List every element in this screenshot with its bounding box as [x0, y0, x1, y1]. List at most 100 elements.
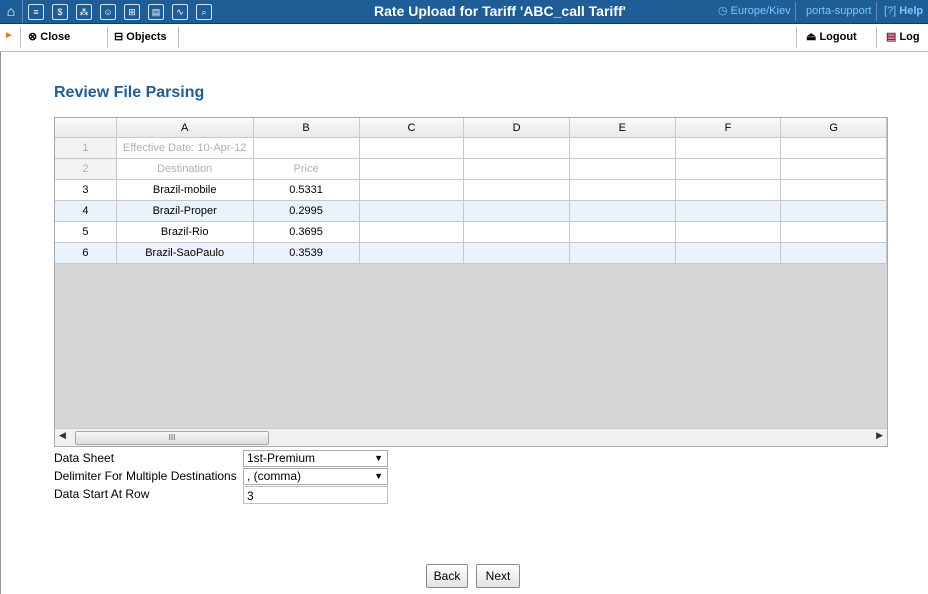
row-number: 2 [55, 158, 117, 180]
table-cell [463, 200, 570, 222]
column-header[interactable]: D [463, 118, 570, 138]
table-cell [569, 137, 676, 159]
row-number: 1 [55, 137, 117, 159]
column-header[interactable]: G [780, 118, 887, 138]
table-cell [569, 242, 676, 264]
table-cell [463, 158, 570, 180]
table-cell [569, 221, 676, 243]
chart-icon[interactable]: ∿ [172, 4, 188, 20]
parsing-preview-grid: A B C D E F G 1 Effective Date: 10-Apr-1… [54, 117, 888, 447]
table-cell [675, 221, 782, 243]
top-bar: ⌂ ≡ $ ⁂ ☺ ⊞ ▤ ∿ ⌕ Rate Upload for Tariff… [0, 0, 928, 24]
divider [796, 27, 797, 48]
start-row-label: Data Start At Row [54, 487, 150, 501]
table-cell [780, 179, 887, 201]
table-cell [780, 200, 887, 222]
network-icon[interactable]: ⁂ [76, 4, 92, 20]
table-row[interactable]: 2 Destination Price [55, 158, 887, 180]
table-cell [359, 221, 465, 243]
table-cell [359, 137, 465, 159]
data-sheet-select[interactable]: 1st-Premium ▼ [243, 450, 388, 467]
objects-button[interactable]: ⊟ Objects [114, 28, 167, 46]
table-cell [569, 200, 676, 222]
close-label: Close [40, 31, 71, 43]
table-cell [569, 158, 676, 180]
table-cell [780, 242, 887, 264]
row-number: 4 [55, 200, 117, 222]
table-cell [569, 179, 676, 201]
table-row[interactable]: 4 Brazil-Proper 0.2995 [55, 200, 887, 222]
table-row[interactable]: 6 Brazil-SaoPaulo 0.3539 [55, 242, 887, 264]
table-cell [463, 242, 570, 264]
help-label: Help [899, 5, 924, 17]
table-cell [675, 158, 782, 180]
log-label: Log [899, 31, 920, 43]
page-title: Rate Upload for Tariff 'ABC_call Tariff' [374, 3, 626, 19]
help-icon: [?] [884, 5, 900, 17]
row-number: 3 [55, 179, 117, 201]
table-cell [780, 158, 887, 180]
back-button[interactable]: Back [426, 564, 468, 588]
report-icon[interactable]: ▤ [148, 4, 164, 20]
column-header[interactable]: C [359, 118, 465, 138]
data-sheet-label: Data Sheet [54, 451, 115, 465]
help-link[interactable]: [?] Help [884, 0, 923, 23]
table-cell [359, 200, 465, 222]
logout-label: Logout [819, 31, 857, 43]
clock-icon: ◷ [718, 5, 731, 17]
column-header[interactable]: A [116, 118, 254, 138]
chevron-down-icon: ▼ [374, 453, 383, 463]
next-button[interactable]: Next [476, 564, 520, 588]
divider [876, 2, 877, 21]
grid-icon[interactable]: ⊞ [124, 4, 140, 20]
delimiter-label: Delimiter For Multiple Destinations [54, 469, 237, 483]
table-cell [463, 221, 570, 243]
frame-border [0, 51, 1, 594]
log-button[interactable]: ▤ Log [886, 28, 920, 46]
scroll-thumb[interactable]: III [75, 431, 269, 445]
row-number: 5 [55, 221, 117, 243]
start-row-input[interactable]: 3 [243, 486, 388, 504]
table-row[interactable]: 5 Brazil-Rio 0.3695 [55, 221, 887, 243]
table-cell: Brazil-Rio [116, 221, 254, 243]
table-cell: Effective Date: 10-Apr-12 [116, 137, 254, 159]
table-cell: 0.3539 [253, 242, 360, 264]
list-icon[interactable]: ≡ [28, 4, 44, 20]
user-link[interactable]: porta-support [806, 0, 871, 23]
table-cell [359, 179, 465, 201]
column-header [55, 118, 117, 138]
column-header[interactable]: F [675, 118, 782, 138]
divider [876, 27, 877, 48]
table-row[interactable]: 1 Effective Date: 10-Apr-12 [55, 137, 887, 159]
search-icon[interactable]: ⌕ [196, 4, 212, 20]
row-number: 6 [55, 242, 117, 264]
chevron-down-icon: ▼ [374, 471, 383, 481]
log-icon: ▤ [886, 31, 900, 43]
logout-button[interactable]: ⏏ Logout [806, 28, 857, 46]
table-cell [675, 179, 782, 201]
section-heading: Review File Parsing [54, 84, 205, 101]
table-cell: Brazil-Proper [116, 200, 254, 222]
table-cell: Destination [116, 158, 254, 180]
horizontal-scrollbar[interactable]: ◀ III ▶ [55, 428, 887, 446]
table-cell [675, 137, 782, 159]
dollar-icon[interactable]: $ [52, 4, 68, 20]
divider [795, 2, 796, 21]
divider [178, 27, 179, 48]
timezone-link[interactable]: ◷ Europe/Kiev [718, 0, 791, 23]
person-icon[interactable]: ☺ [100, 4, 116, 20]
scroll-right-icon[interactable]: ▶ [876, 430, 883, 441]
objects-label: Objects [126, 31, 167, 43]
close-button[interactable]: ⊗ Close [28, 28, 70, 46]
scroll-left-icon[interactable]: ◀ [59, 430, 66, 441]
table-cell: Brazil-mobile [116, 179, 254, 201]
divider [20, 27, 21, 48]
column-header[interactable]: E [569, 118, 676, 138]
delimiter-select[interactable]: , (comma) ▼ [243, 468, 388, 485]
action-toolbar: ► ⊗ Close ⊟ Objects ⏏ Logout ▤ Log [0, 24, 928, 52]
table-cell [253, 137, 360, 159]
delimiter-value: , (comma) [247, 469, 301, 483]
column-header[interactable]: B [253, 118, 360, 138]
table-row[interactable]: 3 Brazil-mobile 0.5331 [55, 179, 887, 201]
home-icon[interactable]: ⌂ [0, 0, 23, 23]
